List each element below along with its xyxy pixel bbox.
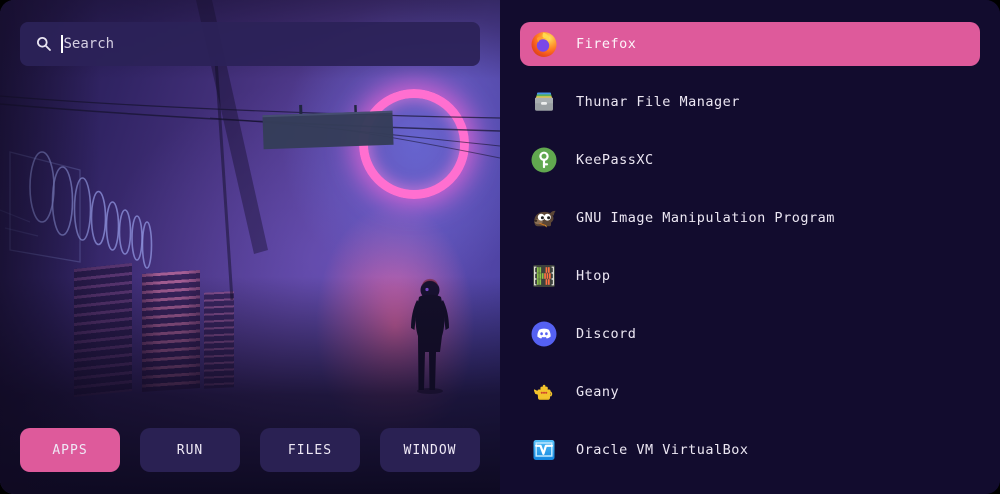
app-name: Discord	[576, 326, 636, 342]
list-item-gimp[interactable]: GNU Image Manipulation Program	[520, 196, 980, 240]
thunar-icon	[530, 88, 558, 116]
tab-label: FILES	[288, 443, 332, 458]
virtualbox-icon	[530, 436, 558, 464]
wallpaper-panel: Search APPS RUN FILES WINDOW	[0, 0, 500, 494]
search-icon	[36, 36, 52, 52]
wallpaper-decor	[0, 0, 500, 494]
discord-icon	[530, 320, 558, 348]
app-name: KeePassXC	[576, 152, 654, 168]
circle-chain-decoration	[30, 152, 152, 268]
geany-icon	[530, 378, 558, 406]
list-item-thunar[interactable]: Thunar File Manager	[520, 80, 980, 124]
tab-run[interactable]: RUN	[140, 428, 240, 472]
app-name: Firefox	[576, 36, 636, 52]
gimp-icon	[530, 204, 558, 232]
htop-icon	[530, 262, 558, 290]
list-item-keepassxc[interactable]: KeePassXC	[520, 138, 980, 182]
firefox-icon	[530, 30, 558, 58]
list-item-discord[interactable]: Discord	[520, 312, 980, 356]
mode-tabs: APPS RUN FILES WINDOW	[20, 428, 480, 472]
list-item-firefox[interactable]: Firefox	[520, 22, 980, 66]
list-item-htop[interactable]: Htop	[520, 254, 980, 298]
app-list: Firefox Thunar File Manager KeePassXC	[500, 0, 1000, 494]
app-name: GNU Image Manipulation Program	[576, 210, 835, 226]
app-name: Geany	[576, 384, 619, 400]
app-name: Oracle VM VirtualBox	[576, 442, 749, 458]
app-name: Thunar File Manager	[576, 94, 740, 110]
tab-window[interactable]: WINDOW	[380, 428, 480, 472]
keepassxc-icon	[530, 146, 558, 174]
app-launcher-window: Search APPS RUN FILES WINDOW Firefox	[0, 0, 1000, 494]
app-name: Htop	[576, 268, 611, 284]
sign-decoration	[262, 102, 393, 150]
tab-label: APPS	[52, 443, 87, 458]
list-item-geany[interactable]: Geany	[520, 370, 980, 414]
tab-apps[interactable]: APPS	[20, 428, 120, 472]
tab-label: RUN	[177, 443, 203, 458]
astronaut-silhouette	[411, 279, 449, 394]
tab-files[interactable]: FILES	[260, 428, 360, 472]
list-item-virtualbox[interactable]: Oracle VM VirtualBox	[520, 428, 980, 472]
tab-label: WINDOW	[404, 443, 457, 458]
search-placeholder: Search	[64, 36, 115, 52]
text-caret	[61, 35, 63, 53]
search-input[interactable]: Search	[20, 22, 480, 66]
